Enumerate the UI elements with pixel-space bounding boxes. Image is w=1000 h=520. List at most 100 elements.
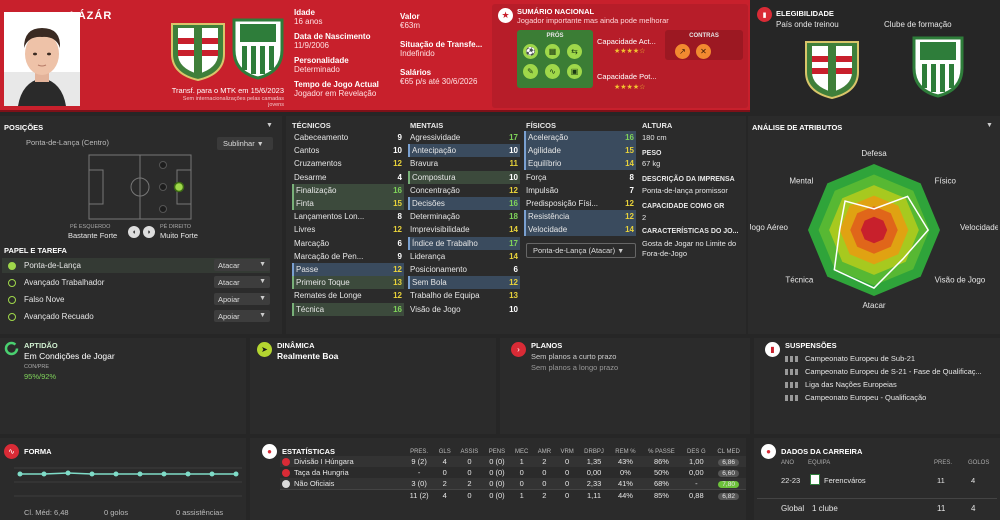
summary-title[interactable]: SUMÁRIO NACIONAL [517, 7, 594, 16]
attribute-row[interactable]: Livres 12 [292, 223, 404, 236]
stats-row[interactable]: Divisão I Húngara 9 (2) 4 0 0 (0) 1 2 0 1,35 43% 8… [280, 456, 746, 468]
attribute-row[interactable]: Índice de Trabalho 17 [408, 236, 520, 250]
attribute-row[interactable]: Velocidade 14 [524, 223, 636, 237]
attribute-row[interactable]: Imprevisibilidade 14 [408, 223, 520, 236]
role-row[interactable]: Avançado Trabalhador Atacar ▼ [2, 275, 270, 290]
attribute-row[interactable]: Agilidade 15 [524, 144, 636, 158]
duty-select[interactable]: Atacar ▼ [214, 276, 270, 288]
attribute-row[interactable]: Antecipação 10 [408, 144, 520, 158]
stats-header[interactable]: PRES. [404, 448, 434, 456]
eligibility-title[interactable]: ELEGIBILIDADE [776, 9, 834, 18]
transfer-status-label[interactable]: Situação de Transfe... [400, 40, 492, 49]
attribute-row[interactable]: Sem Bola 12 [408, 276, 520, 290]
stats-header[interactable]: CL MED [711, 448, 746, 456]
highlight-dropdown[interactable]: Sublinhar ▼ [217, 137, 273, 150]
attribute-row[interactable]: Desarme 4 [292, 171, 404, 184]
form-point[interactable] [65, 470, 71, 476]
form-point[interactable] [41, 471, 47, 477]
form-point[interactable] [233, 471, 239, 477]
attribute-row[interactable]: Passe 12 [292, 263, 404, 276]
attribute-row[interactable]: Marcação 6 [292, 237, 404, 250]
stats-header[interactable]: VRM [556, 448, 579, 456]
suspension-row[interactable]: Campeonato Europeu de S-21 - Fase de Qua… [785, 365, 997, 378]
attribute-row[interactable]: Força 8 [524, 171, 636, 184]
attribute-row[interactable]: Posicionamento 6 [408, 263, 520, 276]
attribute-row[interactable]: Equilíbrio 14 [524, 157, 636, 171]
role-row[interactable]: Avançado Recuado Apoiar ▼ [2, 309, 270, 324]
attribute-row[interactable]: Concentração 12 [408, 184, 520, 197]
stats-header[interactable]: REM % [610, 448, 642, 456]
chevron-down-icon[interactable]: ▼ [266, 122, 273, 129]
attribute-row[interactable]: Finta 15 [292, 197, 404, 210]
stats-header[interactable]: DES G [682, 448, 712, 456]
attribute-row[interactable]: Finalização 16 [292, 183, 404, 197]
role-select[interactable]: Ponta-de-Lança (Atacar) ▼ [526, 243, 636, 258]
stats-header[interactable]: DRBPJ [578, 448, 609, 456]
attribute-row[interactable]: Cantos 10 [292, 144, 404, 157]
attribute-row[interactable]: Marcação de Pen... 9 [292, 250, 404, 263]
form-point[interactable] [89, 471, 95, 477]
chevron-down-icon[interactable]: ▼ [986, 122, 993, 129]
role-row[interactable]: Ponta-de-Lança Atacar ▼ [2, 258, 270, 273]
form-title[interactable]: FORMA [24, 447, 52, 456]
attribute-row[interactable]: Determinação 18 [408, 210, 520, 223]
stats-cell: 50% [641, 467, 681, 478]
stats-row[interactable]: Taça da Hungria - 0 0 0 (0) 0 0 0 0,00 0% 50% 0,00 6… [280, 467, 746, 478]
stats-header[interactable]: % PASSE [641, 448, 681, 456]
aptitude-title[interactable]: APTIDÃO [24, 341, 58, 350]
duty-select[interactable]: Atacar ▼ [214, 259, 270, 271]
attribute-value: 15 [625, 146, 634, 156]
stats-header[interactable]: PENS [484, 448, 511, 456]
attribute-row[interactable]: Primeiro Toque 13 [292, 276, 404, 290]
form-point[interactable] [185, 471, 191, 477]
attribute-row[interactable]: Predisposição Físi... 12 [524, 197, 636, 210]
attribute-row[interactable]: Remates de Longe 12 [292, 289, 404, 302]
form-point[interactable] [161, 471, 167, 477]
form-point[interactable] [17, 471, 23, 477]
stats-row[interactable]: Não Oficiais 3 (0) 2 2 0 (0) 0 0 0 2,33 41% 68% - 7,… [280, 478, 746, 490]
role-row[interactable]: Falso Nove Apoiar ▼ [2, 292, 270, 307]
con-attribute-icon[interactable]: ↗ [675, 44, 690, 59]
attribute-row[interactable]: Aceleração 16 [524, 131, 636, 144]
form-point[interactable] [113, 471, 119, 477]
roles-title[interactable]: PAPEL E TAREFA [4, 246, 67, 255]
attribute-row[interactable]: Decisões 16 [408, 197, 520, 210]
duty-select[interactable]: Apoiar ▼ [214, 310, 270, 322]
pro-attribute-icon[interactable]: ⚽ [523, 44, 538, 59]
pro-attribute-icon[interactable]: ✎ [523, 64, 538, 79]
attribute-row[interactable]: Agressividade 17 [408, 131, 520, 144]
duty-select[interactable]: Apoiar ▼ [214, 293, 270, 305]
suspension-row[interactable]: Liga das Nações Europeias [785, 378, 997, 391]
attribute-row[interactable]: Cabeceamento 9 [292, 131, 404, 144]
plans-title[interactable]: PLANOS [531, 341, 562, 350]
stats-header[interactable]: AMR [533, 448, 556, 456]
stats-header[interactable]: GLS [434, 448, 455, 456]
dynamics-title[interactable]: DINÂMICA [277, 341, 315, 350]
form-point[interactable] [137, 471, 143, 477]
attribute-row[interactable]: Lançamentos Lon... 8 [292, 210, 404, 223]
career-title[interactable]: DADOS DA CARREIRA [781, 447, 862, 456]
suspension-row[interactable]: Campeonato Europeu de Sub-21 [785, 352, 997, 365]
attribute-row[interactable]: Trabalho de Equipa 13 [408, 289, 520, 302]
attribute-row[interactable]: Visão de Jogo 10 [408, 303, 520, 316]
attribute-row[interactable]: Cruzamentos 12 [292, 157, 404, 170]
form-point[interactable] [209, 471, 215, 477]
career-team[interactable]: Ferencváros [824, 476, 866, 485]
attribute-row[interactable]: Bravura 11 [408, 157, 520, 170]
con-attribute-icon[interactable]: ✕ [696, 44, 711, 59]
positions-title[interactable]: POSIÇÕES [4, 123, 43, 132]
attribute-row[interactable]: Compostura 10 [408, 170, 520, 184]
attribute-row[interactable]: Impulsão 7 [524, 184, 636, 197]
pro-attribute-icon[interactable]: ▣ [567, 64, 582, 79]
pro-attribute-icon[interactable]: ▦ [545, 44, 560, 59]
suspension-row[interactable]: Campeonato Europeu - Qualificação [785, 391, 997, 404]
suspensions-title[interactable]: SUSPENSÕES [785, 341, 837, 350]
pro-attribute-icon[interactable]: ∿ [545, 64, 560, 79]
attribute-row[interactable]: Liderança 14 [408, 250, 520, 263]
stats-header[interactable]: MEC [510, 448, 533, 456]
attribute-row[interactable]: Resistência 12 [524, 210, 636, 224]
stats-header[interactable]: ASSIS [455, 448, 483, 456]
pro-attribute-icon[interactable]: ⇆ [567, 44, 582, 59]
dynamics-arrow-icon: ➤ [257, 342, 272, 357]
attribute-row[interactable]: Técnica 16 [292, 302, 404, 316]
